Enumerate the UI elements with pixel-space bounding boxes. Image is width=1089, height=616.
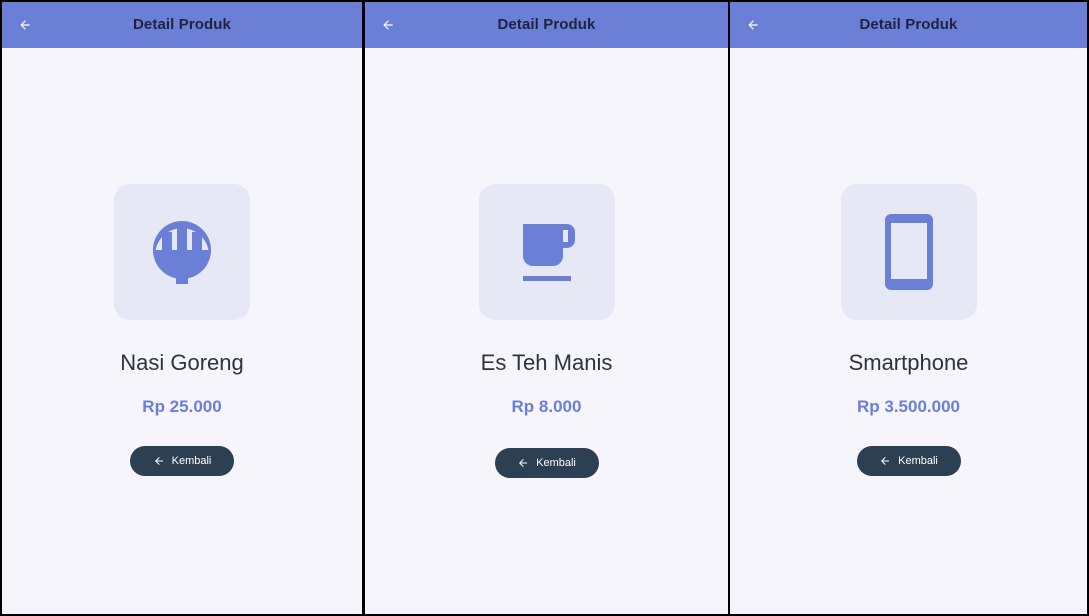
appbar-title: Detail Produk — [497, 16, 596, 33]
product-icon-tile — [478, 184, 615, 320]
appbar-title: Detail Produk — [133, 16, 231, 33]
arrow-left-icon — [879, 455, 891, 467]
product-name: Es Teh Manis — [480, 350, 613, 375]
kembali-button[interactable]: Kembali — [130, 446, 234, 476]
kembali-button-label: Kembali — [536, 457, 576, 469]
app-bar: Detail Produk — [365, 2, 728, 48]
kembali-button-label: Kembali — [171, 455, 212, 467]
kembali-button[interactable]: Kembali — [494, 448, 599, 478]
arrow-left-icon — [517, 457, 529, 469]
app-bar: Detail Produk — [730, 2, 1087, 48]
product-icon-tile — [840, 184, 977, 320]
kembali-button-label: Kembali — [898, 455, 938, 467]
arrow-left-icon — [153, 455, 165, 467]
product-price: Rp 3.500.000 — [856, 397, 960, 416]
smartphone-icon — [884, 214, 933, 290]
detail-screen-es-teh-manis: Detail Produk Es Teh Manis Rp 8.000 Kemb… — [365, 2, 728, 614]
coffee-cup-icon — [522, 224, 575, 281]
detail-screen-nasi-goreng: Detail Produk Nasi Goreng Rp 25.000 Kemb… — [2, 2, 362, 614]
appbar-title: Detail Produk — [859, 16, 958, 33]
product-price: Rp 8.000 — [511, 397, 582, 416]
product-price: Rp 25.000 — [142, 397, 222, 416]
kembali-button[interactable]: Kembali — [856, 446, 961, 476]
product-icon-tile — [114, 184, 250, 320]
product-name: Nasi Goreng — [120, 350, 244, 375]
product-name: Smartphone — [848, 350, 969, 375]
app-bar: Detail Produk — [2, 2, 362, 48]
rice-bowl-icon — [153, 221, 211, 284]
detail-screen-smartphone: Detail Produk Smartphone Rp 3.500.000 Ke… — [730, 2, 1087, 614]
